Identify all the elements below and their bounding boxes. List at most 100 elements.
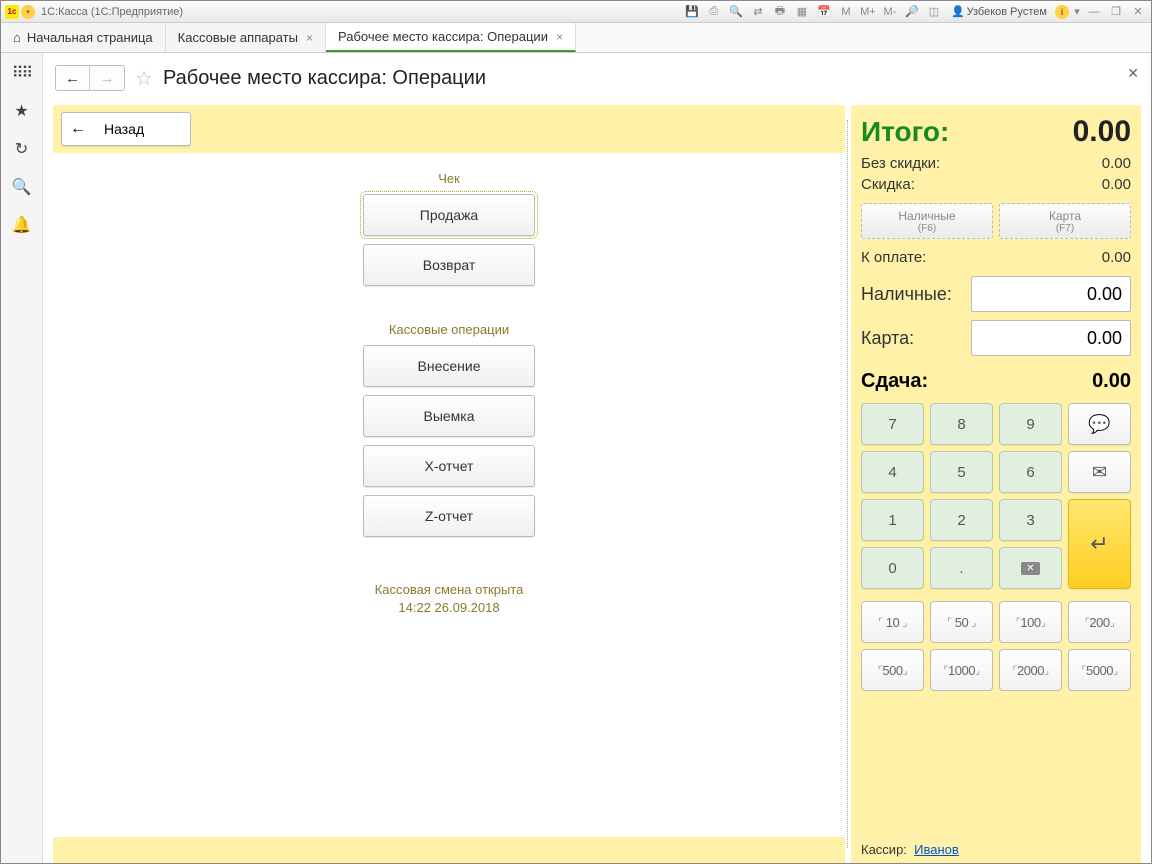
back-label: Назад	[104, 121, 182, 137]
key-mail[interactable]: ✉	[1068, 451, 1131, 493]
shift-status-line2: 14:22 26.09.2018	[375, 599, 524, 617]
key-9[interactable]: 9	[999, 403, 1062, 445]
info-icon[interactable]: i	[1055, 5, 1069, 19]
tab-cashier-ops[interactable]: Рабочее место кассира: Операции×	[326, 23, 576, 52]
key-6[interactable]: 6	[999, 451, 1062, 493]
preview-icon[interactable]: 🔍	[727, 4, 745, 20]
withdraw-button[interactable]: Выемка	[363, 395, 535, 437]
key-comment[interactable]: 💬	[1068, 403, 1131, 445]
page-title: Рабочее место кассира: Операции	[163, 67, 486, 90]
nav-back-button[interactable]: ←	[56, 66, 90, 90]
key-dot[interactable]: .	[930, 547, 993, 589]
cashier-row: Кассир: Иванов	[861, 834, 1131, 857]
key-7[interactable]: 7	[861, 403, 924, 445]
key-enter[interactable]: ↵	[1068, 499, 1131, 589]
key-5[interactable]: 5	[930, 451, 993, 493]
return-button[interactable]: Возврат	[363, 244, 535, 286]
key-2[interactable]: 2	[930, 499, 993, 541]
return-label: Возврат	[423, 257, 476, 273]
tab-home[interactable]: ⌂Начальная страница	[1, 23, 166, 52]
cashier-label: Кассир:	[861, 842, 907, 857]
card-type-hint: (F7)	[1056, 223, 1074, 234]
key-4[interactable]: 4	[861, 451, 924, 493]
close-window-icon[interactable]: ✕	[1129, 4, 1147, 20]
tab-registers[interactable]: Кассовые аппараты×	[166, 23, 326, 52]
nodiscount-value: 0.00	[1102, 155, 1131, 172]
card-type-button[interactable]: Карта(F7)	[999, 203, 1131, 239]
back-button[interactable]: ← Назад	[61, 112, 191, 146]
toolbar-icons: 💾 ⎙ 🔍 ⇄ 🖶 ▦ 📅 M M+ M- 🔎 ◫ 👤 Узбеков Руст…	[683, 4, 1147, 20]
change-label: Сдача:	[861, 370, 928, 393]
close-page-icon[interactable]: ✕	[1127, 65, 1139, 82]
operations-panel: Чек Продажа Возврат Кассовые операции Вн…	[53, 153, 845, 837]
cash-type-label: Наличные	[898, 209, 955, 223]
xreport-button[interactable]: X-отчет	[363, 445, 535, 487]
key-0[interactable]: 0	[861, 547, 924, 589]
zoom-icon[interactable]: 🔎	[903, 4, 921, 20]
preset-5000[interactable]: ⌜5000⌟	[1068, 649, 1131, 691]
close-icon[interactable]: ×	[556, 30, 563, 44]
compare-icon[interactable]: ⇄	[749, 4, 767, 20]
m-icon[interactable]: M	[837, 4, 855, 20]
user-name: Узбеков Рустем	[967, 6, 1047, 18]
nav-buttons: ← →	[55, 65, 125, 91]
preset-200[interactable]: ⌜200⌟	[1068, 601, 1131, 643]
printer-icon[interactable]: 🖶	[771, 4, 789, 20]
zreport-label: Z-отчет	[425, 508, 473, 524]
cashier-link[interactable]: Иванов	[914, 842, 959, 857]
preset-2000[interactable]: ⌜2000⌟	[999, 649, 1062, 691]
nodiscount-label: Без скидки:	[861, 155, 940, 172]
user-label[interactable]: 👤 Узбеков Рустем	[947, 5, 1051, 18]
nav-forward-button[interactable]: →	[90, 66, 124, 90]
m-plus-icon[interactable]: M+	[859, 4, 877, 20]
restore-icon[interactable]: ❐	[1107, 4, 1125, 20]
app-logo-icon: 1c	[5, 5, 19, 19]
change-value: 0.00	[1092, 370, 1131, 393]
preset-100[interactable]: ⌜100⌟	[999, 601, 1062, 643]
zreport-button[interactable]: Z-отчет	[363, 495, 535, 537]
calendar-icon[interactable]: 📅	[815, 4, 833, 20]
backspace-icon: ✕	[1021, 562, 1039, 575]
sale-button[interactable]: Продажа	[363, 194, 535, 236]
content-area: ✕ ← → ☆ Рабочее место кассира: Операции …	[43, 53, 1151, 863]
preset-50[interactable]: ⌜ 50 ⌟	[930, 601, 993, 643]
cash-type-button[interactable]: Наличные(F6)	[861, 203, 993, 239]
apps-icon[interactable]: ⠿⠿	[10, 61, 34, 85]
key-8[interactable]: 8	[930, 403, 993, 445]
panels-icon[interactable]: ◫	[925, 4, 943, 20]
shift-status-line1: Кассовая смена открыта	[375, 581, 524, 599]
preset-1000[interactable]: ⌜1000⌟	[930, 649, 993, 691]
save-icon[interactable]: 💾	[683, 4, 701, 20]
deposit-button[interactable]: Внесение	[363, 345, 535, 387]
cash-input-label: Наличные:	[861, 284, 952, 305]
favorites-icon[interactable]: ★	[10, 99, 34, 123]
close-icon[interactable]: ×	[306, 31, 313, 45]
favorite-star-icon[interactable]: ☆	[135, 66, 153, 91]
calculator-icon[interactable]: ▦	[793, 4, 811, 20]
dropdown-icon[interactable]: ▾	[21, 5, 35, 19]
top-action-bar: ← Назад	[53, 105, 845, 153]
card-input[interactable]	[971, 320, 1131, 356]
search-icon[interactable]: 🔍	[10, 175, 34, 199]
print-icon[interactable]: ⎙	[705, 4, 723, 20]
minimize-icon[interactable]: —	[1085, 4, 1103, 20]
withdraw-label: Выемка	[423, 408, 474, 424]
topay-value: 0.00	[1102, 249, 1131, 266]
m-minus-icon[interactable]: M-	[881, 4, 899, 20]
preset-10[interactable]: ⌜ 10 ⌟	[861, 601, 924, 643]
key-3[interactable]: 3	[999, 499, 1062, 541]
notifications-icon[interactable]: 🔔	[10, 213, 34, 237]
section-check: Чек	[438, 171, 460, 186]
bottom-bar	[53, 837, 845, 863]
key-backspace[interactable]: ✕	[999, 547, 1062, 589]
cash-input[interactable]	[971, 276, 1131, 312]
history-icon[interactable]: ↻	[10, 137, 34, 161]
card-input-label: Карта:	[861, 328, 914, 349]
discount-label: Скидка:	[861, 176, 915, 193]
side-rail: ⠿⠿ ★ ↻ 🔍 🔔	[1, 53, 43, 863]
xreport-label: X-отчет	[425, 458, 474, 474]
info-dropdown-icon[interactable]: ▾	[1073, 4, 1081, 20]
topay-label: К оплате:	[861, 249, 926, 266]
preset-500[interactable]: ⌜500⌟	[861, 649, 924, 691]
key-1[interactable]: 1	[861, 499, 924, 541]
